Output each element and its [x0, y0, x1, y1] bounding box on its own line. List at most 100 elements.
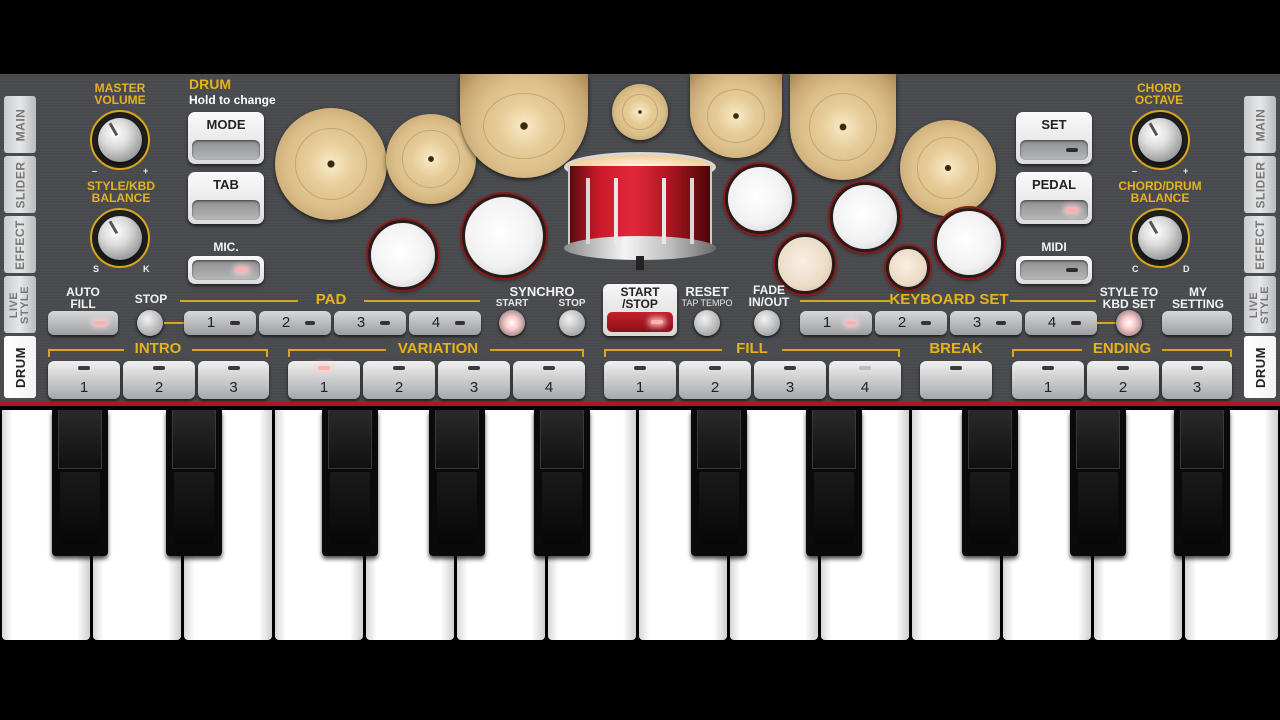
synchro-stop-button[interactable]	[559, 310, 585, 336]
tab-effect-right[interactable]: EFFECT	[1244, 216, 1276, 273]
midi-label: MIDI	[1041, 240, 1067, 254]
set-led	[1066, 148, 1078, 152]
start-stop-button[interactable]: START /STOP	[603, 284, 677, 336]
drum-title: DRUM	[189, 76, 231, 92]
synchro-label: SYNCHRO	[509, 284, 575, 299]
start-stop-led	[651, 320, 663, 324]
tab-live-style-left[interactable]: LIVE STYLE	[4, 276, 36, 333]
set-button[interactable]: SET	[1016, 112, 1092, 164]
variation-button-2[interactable]: 2	[363, 361, 435, 399]
crash-cymbal-left[interactable]	[275, 108, 387, 220]
black-key[interactable]	[691, 410, 747, 556]
pad-button-3[interactable]: 3	[334, 311, 406, 335]
tom-drum-high[interactable]	[725, 164, 795, 234]
black-key[interactable]	[1070, 410, 1126, 556]
fill-button-3[interactable]: 3	[754, 361, 826, 399]
kbd-set-button-2[interactable]: 2	[875, 311, 947, 335]
black-key[interactable]	[962, 410, 1018, 556]
kbd-set-button-4[interactable]: 4	[1025, 311, 1097, 335]
set-label: SET	[1041, 117, 1067, 132]
black-key[interactable]	[52, 410, 108, 556]
black-key[interactable]	[322, 410, 378, 556]
tab-drum-right[interactable]: DRUM	[1244, 336, 1276, 398]
tab-slider-left[interactable]: SLIDER	[4, 156, 36, 213]
ending-button-label: 1	[1043, 379, 1053, 396]
ending-button-1[interactable]: 1	[1012, 361, 1084, 399]
kbd-bracket-right	[1010, 300, 1096, 302]
floor-tom-drum-right[interactable]	[934, 208, 1004, 278]
stop-button[interactable]	[137, 310, 163, 336]
fade-label: FADE IN/OUT	[748, 283, 790, 309]
china-cymbal[interactable]	[690, 74, 782, 158]
tom-drum-large[interactable]	[462, 194, 546, 278]
pad-button-4[interactable]: 4	[409, 311, 481, 335]
chord-octave-knob[interactable]	[1130, 110, 1190, 170]
fill-button-2[interactable]: 2	[679, 361, 751, 399]
pedal-button[interactable]: PEDAL	[1016, 172, 1092, 224]
pad-button-label: 4	[431, 314, 441, 331]
black-key[interactable]	[429, 410, 485, 556]
black-key[interactable]	[1174, 410, 1230, 556]
splash-cymbal[interactable]	[612, 84, 668, 140]
tab-label: MAIN	[1253, 108, 1268, 141]
pedal-label: PEDAL	[1031, 177, 1077, 192]
kbd-set-button-1[interactable]: 1	[800, 311, 872, 335]
snare-drum[interactable]	[562, 148, 718, 270]
fade-button[interactable]	[754, 310, 780, 336]
tab-button[interactable]: TAB	[188, 172, 264, 224]
variation-button-1[interactable]: 1	[288, 361, 360, 399]
auto-fill-label: AUTO FILL	[66, 285, 100, 311]
chord-drum-balance-knob[interactable]	[1130, 208, 1190, 268]
pad-button-2[interactable]: 2	[259, 311, 331, 335]
black-key[interactable]	[806, 410, 862, 556]
ending-button-2[interactable]: 2	[1087, 361, 1159, 399]
mode-button[interactable]: MODE	[188, 112, 264, 164]
style-kbd-balance-label: STYLE/KBD BALANCE	[86, 179, 155, 205]
synchro-start-button[interactable]	[499, 310, 525, 336]
black-key[interactable]	[534, 410, 590, 556]
tab-main-right[interactable]: MAIN	[1244, 96, 1276, 153]
intro-button-3[interactable]: 3	[198, 361, 269, 399]
fill-button-label: 2	[710, 379, 720, 396]
break-button[interactable]	[920, 361, 992, 399]
intro-button-2[interactable]: 2	[123, 361, 195, 399]
kbd-set-label: 2	[897, 314, 907, 331]
tab-label: SLIDER	[1253, 160, 1268, 209]
mic-button[interactable]	[188, 256, 264, 284]
tab-main-left[interactable]: MAIN	[4, 96, 36, 153]
variation-button-3[interactable]: 3	[438, 361, 510, 399]
tab-drum-left[interactable]: DRUM	[4, 336, 36, 398]
ride-cymbal[interactable]	[790, 74, 896, 180]
auto-fill-button[interactable]	[48, 311, 118, 335]
minus-mark-right: –	[1132, 166, 1138, 176]
minus-mark: –	[92, 166, 98, 176]
my-setting-button[interactable]	[1162, 311, 1232, 335]
kbd-set-button-3[interactable]: 3	[950, 311, 1022, 335]
reset-tap-tempo-button[interactable]	[694, 310, 720, 336]
synchro-stop-label: STOP	[558, 298, 586, 309]
fill-button-1[interactable]: 1	[604, 361, 676, 399]
style-to-kbd-set-button[interactable]	[1116, 310, 1142, 336]
floor-tom-drum[interactable]	[830, 182, 900, 252]
style-kbd-balance-knob[interactable]	[90, 208, 150, 268]
kbd-bracket-left	[800, 300, 890, 302]
ending-button-3[interactable]: 3	[1162, 361, 1232, 399]
pad-button-1[interactable]: 1	[184, 311, 256, 335]
black-key[interactable]	[166, 410, 222, 556]
pad-button-label: 1	[206, 314, 216, 331]
tab-slider-right[interactable]: SLIDER	[1244, 156, 1276, 213]
midi-button[interactable]	[1016, 256, 1092, 284]
intro-button-1[interactable]: 1	[48, 361, 120, 399]
ending-label: ENDING	[1082, 340, 1162, 357]
tab-effect-left[interactable]: EFFECT	[4, 216, 36, 273]
variation-button-label: 1	[319, 379, 329, 396]
tom-drum-left[interactable]	[368, 220, 438, 290]
master-volume-knob[interactable]	[90, 110, 150, 170]
kbd-connector	[1097, 322, 1117, 324]
variation-label: VARIATION	[386, 340, 490, 357]
tab-live-style-right[interactable]: LIVE STYLE	[1244, 276, 1276, 333]
variation-button-4[interactable]: 4	[513, 361, 585, 399]
small-tom-drum[interactable]	[886, 246, 930, 290]
fill-button-4[interactable]: 4	[829, 361, 901, 399]
crash-cymbal-right[interactable]	[900, 120, 996, 216]
